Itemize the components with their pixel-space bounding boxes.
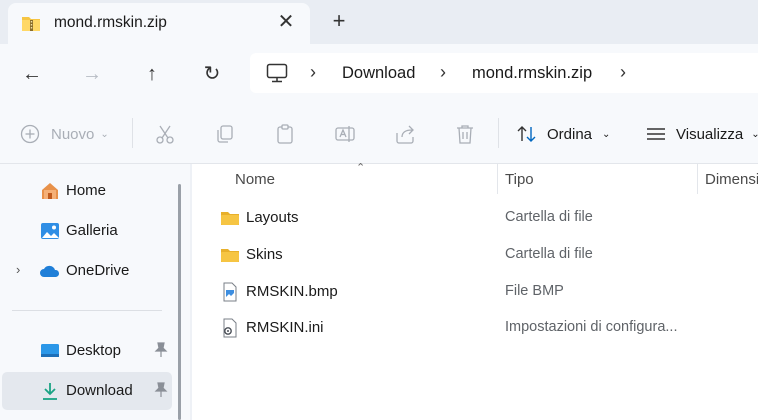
rename-button[interactable] xyxy=(334,122,356,146)
file-type: File BMP xyxy=(505,283,564,299)
cut-button[interactable] xyxy=(154,122,176,146)
scissors-icon xyxy=(156,125,174,144)
onedrive-cloud-icon xyxy=(40,265,60,277)
navigation-pane: Home Galleria › OneDrive Desktop Downloa xyxy=(0,164,190,420)
download-arrow-icon xyxy=(43,383,57,400)
breadcrumb-separator[interactable]: › xyxy=(440,62,446,83)
sidebar-item-download[interactable]: Download xyxy=(2,372,172,410)
copy-button[interactable] xyxy=(214,122,236,146)
sort-button[interactable]: Ordina ⌄ xyxy=(516,122,610,146)
new-tab-button[interactable]: + xyxy=(328,10,350,32)
sidebar-item-home[interactable]: Home xyxy=(2,172,172,210)
share-icon xyxy=(396,125,414,144)
share-button[interactable] xyxy=(394,122,416,146)
sidebar-item-label: Galleria xyxy=(66,222,118,239)
sidebar-item-gallery[interactable]: Galleria xyxy=(2,212,172,250)
sidebar-divider xyxy=(12,310,162,311)
file-name: RMSKIN.ini xyxy=(246,319,324,336)
refresh-button[interactable]: ↻ xyxy=(199,61,225,87)
desktop-icon xyxy=(41,344,59,357)
rename-icon xyxy=(335,126,355,142)
sidebar-item-onedrive[interactable]: › OneDrive xyxy=(2,252,172,290)
pin-icon[interactable] xyxy=(154,382,168,398)
file-row-rmskin-ini[interactable]: RMSKIN.ini Impostazioni di configura... xyxy=(192,310,758,346)
file-row-skins[interactable]: Skins Cartella di file xyxy=(192,237,758,273)
file-type: Cartella di file xyxy=(505,246,593,262)
view-list-icon xyxy=(647,128,665,140)
image-file-icon xyxy=(223,282,237,302)
sort-ascending-icon: ⌃ xyxy=(356,162,366,174)
sidebar-scrollbar[interactable] xyxy=(178,184,181,420)
address-bar[interactable]: › Download › mond.rmskin.zip › xyxy=(250,53,758,93)
column-separator[interactable] xyxy=(497,164,498,194)
delete-button[interactable] xyxy=(454,122,476,146)
column-separator[interactable] xyxy=(697,164,698,194)
clipboard-icon xyxy=(277,124,293,144)
breadcrumb-mond-rmskin-zip[interactable]: mond.rmskin.zip xyxy=(472,64,592,83)
view-label: Visualizza xyxy=(676,125,744,143)
gallery-icon xyxy=(41,223,59,239)
folder-icon xyxy=(221,212,239,225)
sort-icon xyxy=(517,126,536,142)
trash-icon xyxy=(457,125,473,144)
toolbar-divider xyxy=(132,118,133,148)
paste-button[interactable] xyxy=(274,122,296,146)
file-row-rmskin-bmp[interactable]: RMSKIN.bmp File BMP xyxy=(192,274,758,310)
forward-button[interactable]: → xyxy=(79,61,105,87)
column-header-name[interactable]: Nome xyxy=(235,171,275,188)
sidebar-item-label: OneDrive xyxy=(66,262,130,279)
navigation-bar: ← → ↑ ↻ › Download › mond.rmskin.zip › xyxy=(0,44,758,102)
home-icon xyxy=(42,183,58,199)
file-name: Layouts xyxy=(246,209,299,226)
tab-mond-rmskin-zip[interactable]: mond.rmskin.zip ✕ xyxy=(8,3,310,44)
file-name: RMSKIN.bmp xyxy=(246,283,338,300)
computer-icon xyxy=(266,63,288,83)
column-header-type[interactable]: Tipo xyxy=(505,171,534,188)
file-list: ⌃ Nome Tipo Dimensi Layouts Cartella di … xyxy=(192,162,758,420)
file-name: Skins xyxy=(246,246,283,263)
tab-title: mond.rmskin.zip xyxy=(54,14,167,31)
new-label: Nuovo xyxy=(51,125,95,143)
view-button[interactable]: Visualizza ⌄ xyxy=(645,122,758,146)
chevron-down-icon: ⌄ xyxy=(751,128,758,140)
breadcrumb-separator[interactable]: › xyxy=(620,62,626,83)
command-bar: Nuovo ⌄ Ordina ⌄ Visualizza ⌄ xyxy=(0,102,758,164)
toolbar-divider xyxy=(498,118,499,148)
up-button[interactable]: ↑ xyxy=(139,61,165,87)
plus-circle-icon xyxy=(20,124,40,144)
sidebar-item-desktop[interactable]: Desktop xyxy=(2,332,172,370)
file-type: Cartella di file xyxy=(505,209,593,225)
settings-file-icon xyxy=(223,318,237,338)
sidebar-item-label: Download xyxy=(66,382,133,399)
column-header-size[interactable]: Dimensi xyxy=(705,171,758,188)
breadcrumb-download[interactable]: Download xyxy=(342,64,415,83)
back-button[interactable]: ← xyxy=(19,61,45,87)
new-button[interactable]: Nuovo ⌄ xyxy=(20,122,109,146)
sidebar-item-label: Home xyxy=(66,182,107,199)
close-tab-icon[interactable]: ✕ xyxy=(276,11,296,33)
tab-bar: mond.rmskin.zip ✕ + xyxy=(0,0,758,44)
sidebar-item-label: Desktop xyxy=(66,342,122,359)
sort-label: Ordina xyxy=(547,125,593,143)
chevron-down-icon: ⌄ xyxy=(602,128,611,140)
folder-icon xyxy=(221,249,239,262)
pin-icon[interactable] xyxy=(154,342,168,358)
zip-folder-icon xyxy=(22,17,40,31)
copy-icon xyxy=(217,125,233,143)
chevron-right-icon[interactable]: › xyxy=(16,262,20,277)
file-row-layouts[interactable]: Layouts Cartella di file xyxy=(192,200,758,236)
chevron-down-icon: ⌄ xyxy=(100,128,109,140)
file-type: Impostazioni di configura... xyxy=(505,319,678,335)
breadcrumb-separator[interactable]: › xyxy=(310,62,316,83)
